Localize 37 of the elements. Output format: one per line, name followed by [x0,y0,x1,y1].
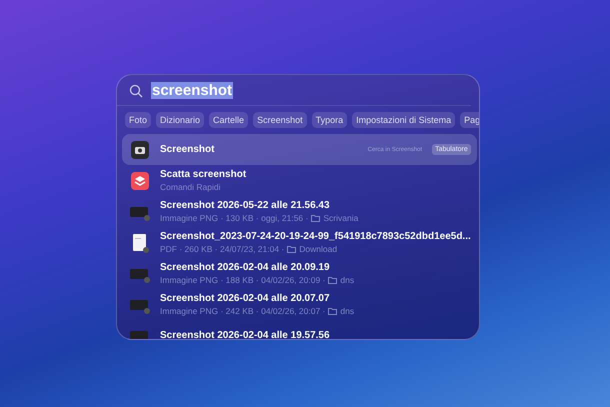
filter-chip[interactable]: Typora [312,112,348,128]
folder-name: dns [340,275,354,285]
filter-chip[interactable]: Screenshot [253,112,307,128]
document-thumbnail-icon [130,232,150,252]
result-subtitle: Comandi Rapidi [160,182,220,192]
result-title: Scatta screenshot [160,169,248,180]
result-row[interactable]: Scatta screenshot Comandi Rapidi [122,165,477,196]
filter-chip[interactable]: Dizionario [156,112,204,128]
search-field[interactable]: screenshot [151,82,234,99]
folder-icon [328,308,338,314]
folder-name: Download [299,244,338,254]
result-subtitle: Immagine PNG · 188 KB · 04/02/26, 20:09 · [160,275,326,285]
result-row[interactable]: Screenshot 2026-05-22 alle 21.56.43 Immagine PNG · 130 KB · oggi, 21:56 · Scrivania [122,196,477,227]
filter-chip[interactable]: Cartelle [209,112,248,128]
folder-name: dns [340,306,354,316]
layers-app-icon [130,170,150,190]
result-row[interactable]: Screenshot 2026-02-04 alle 20.09.19 Immagine PNG · 188 KB · 04/02/26, 20:09 · dns [122,258,477,289]
result-title: Screenshot [160,144,216,155]
filter-chip[interactable]: Impostazioni di Sistema [352,112,456,128]
folder-name: Scrivania [323,213,358,223]
search-icon [129,84,143,98]
result-title: Screenshot 2026-02-04 alle 20.09.19 [160,262,331,273]
folder-icon [311,214,320,222]
result-row[interactable]: Screenshot_2023-07-24-20-19-24-99_f541918c7893c52dbd1ee5d... PDF · 260 KB · 24/07/23, 21:04 · Download [122,227,477,258]
camera-app-icon [130,140,150,160]
folder-icon [287,246,296,252]
result-title: Screenshot_2023-07-24-20-19-24-99_f541918c7893c52dbd1ee5d... [160,231,471,242]
result-title: Screenshot 2026-05-22 alle 21.56.43 [160,200,331,211]
result-title: Screenshot 2026-02-04 alle 20.07.07 [160,293,331,304]
result-row[interactable]: Screenshot 2026-02-04 alle 20.07.07 Immagine PNG · 242 KB · 04/02/26, 20:07 · dns [122,289,477,320]
result-subtitle: PDF · 260 KB · 24/07/23, 21:04 · [160,244,284,254]
result-row[interactable]: Screenshot 2026-02-04 alle 19.57.56 [122,320,477,339]
result-subtitle: Immagine PNG · 130 KB · oggi, 21:56 · [160,213,308,223]
filter-chip[interactable]: Foto [125,112,152,128]
result-subtitle: Immagine PNG · 242 KB · 04/02/26, 20:07 · [160,306,326,316]
folder-icon [328,276,338,284]
result-title: Screenshot 2026-02-04 alle 19.57.56 [160,330,331,339]
